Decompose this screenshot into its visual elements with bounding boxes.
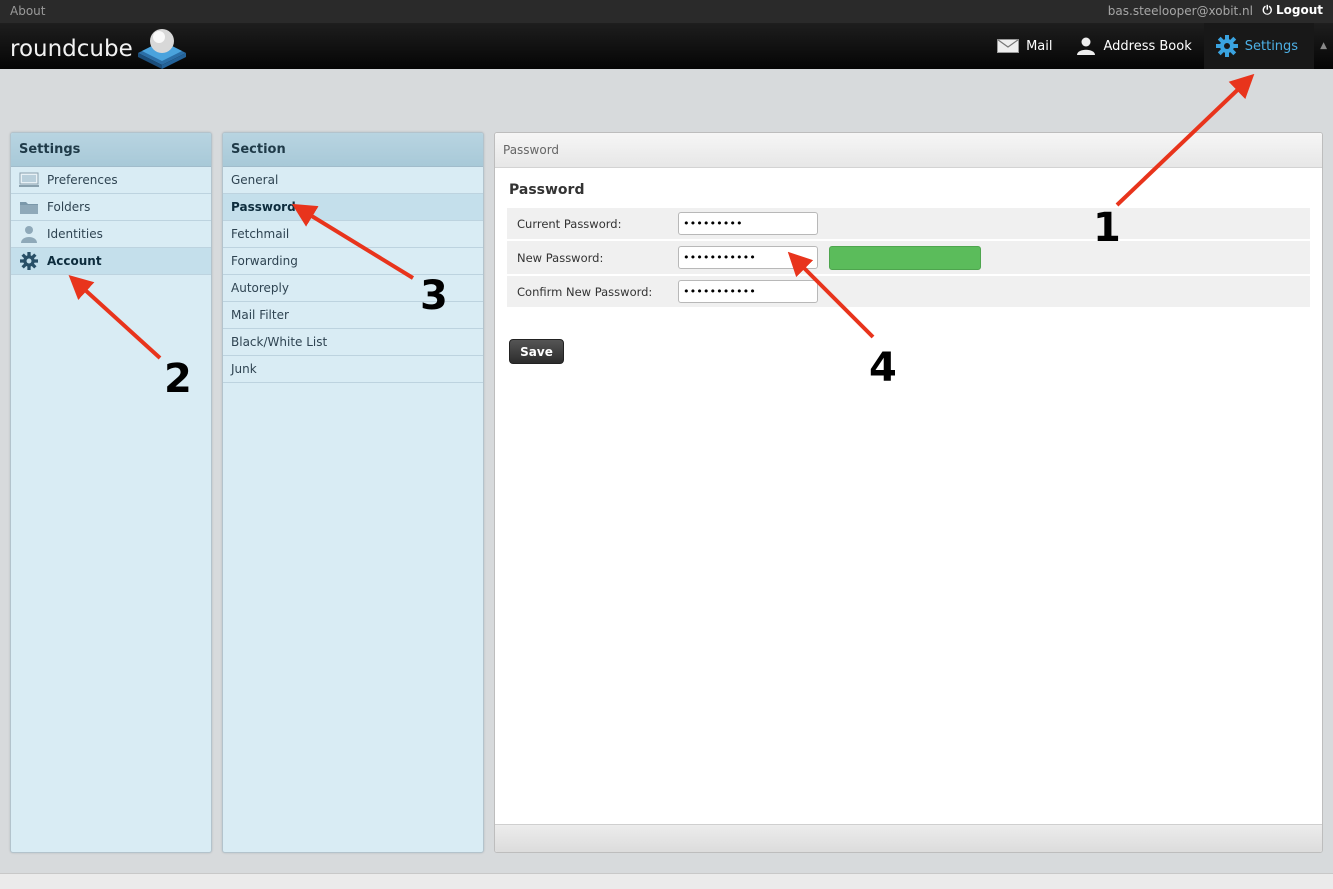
content-header: Password	[495, 133, 1322, 168]
logo-cube-icon	[138, 29, 186, 69]
settings-panel: Settings Preferences Folders Identities	[10, 132, 212, 853]
save-button[interactable]: Save	[509, 339, 564, 364]
mail-icon	[997, 39, 1020, 53]
settings-item-label: Identities	[47, 227, 103, 241]
section-item-fetchmail[interactable]: Fetchmail	[223, 221, 483, 248]
section-item-general[interactable]: General	[223, 167, 483, 194]
header: roundcube Mail Address Book Settings ▲	[0, 23, 1333, 69]
annotation-label-2: 2	[164, 356, 192, 402]
nav-settings[interactable]: Settings	[1203, 23, 1315, 69]
section-panel: Section General Password Fetchmail Forwa…	[222, 132, 484, 853]
logout-label: Logout	[1275, 3, 1323, 17]
section-item-forwarding[interactable]: Forwarding	[223, 248, 483, 275]
settings-item-label: Folders	[47, 200, 91, 214]
content-footer	[495, 824, 1322, 852]
section-item-password[interactable]: Password	[223, 194, 483, 221]
settings-item-label: Account	[47, 254, 102, 268]
power-icon: ⏻	[1262, 3, 1272, 17]
gear-icon	[19, 252, 39, 270]
form-title: Password	[509, 182, 585, 198]
nav-mail[interactable]: Mail	[985, 23, 1064, 69]
logo-text: roundcube	[10, 36, 133, 62]
content-panel: Password Password Current Password: ••••…	[494, 132, 1323, 853]
confirm-password-label: Confirm New Password:	[517, 285, 653, 299]
settings-item-identities[interactable]: Identities	[11, 221, 211, 248]
nav-address-book-label: Address Book	[1103, 38, 1192, 54]
new-password-label: New Password:	[517, 251, 604, 265]
bottom-bar	[0, 873, 1333, 889]
person-icon	[19, 225, 39, 243]
confirm-password-row: Confirm New Password: •••••••••••	[507, 276, 1310, 307]
settings-item-preferences[interactable]: Preferences	[11, 167, 211, 194]
current-password-field[interactable]: •••••••••	[678, 212, 818, 235]
section-item-black-white-list[interactable]: Black/White List	[223, 329, 483, 356]
settings-item-label: Preferences	[47, 173, 118, 187]
settings-panel-title: Settings	[11, 133, 211, 167]
new-password-field[interactable]: •••••••••••	[678, 246, 818, 269]
current-password-row: Current Password: •••••••••	[507, 208, 1310, 239]
settings-item-folders[interactable]: Folders	[11, 194, 211, 221]
nav-settings-label: Settings	[1244, 38, 1299, 54]
caret-up-icon: ▲	[1320, 41, 1327, 51]
confirm-password-field[interactable]: •••••••••••	[678, 280, 818, 303]
top-bar: About bas.steelooper@xobit.nl ⏻ Logout	[0, 0, 1333, 23]
annotation-label-1: 1	[1093, 205, 1121, 251]
current-password-label: Current Password:	[517, 217, 622, 231]
about-link[interactable]: About	[10, 4, 45, 18]
nav-mail-label: Mail	[1026, 38, 1053, 54]
contact-icon	[1076, 37, 1096, 55]
logout-button[interactable]: ⏻ Logout	[1262, 3, 1323, 18]
annotation-label-4: 4	[869, 345, 897, 391]
password-strength-bar	[829, 246, 981, 270]
gear-icon	[1215, 35, 1238, 57]
folder-icon	[19, 198, 39, 216]
section-item-junk[interactable]: Junk	[223, 356, 483, 383]
nav-dropdown-toggle[interactable]: ▲	[1314, 23, 1333, 69]
settings-item-account[interactable]: Account	[11, 248, 211, 275]
user-email: bas.steelooper@xobit.nl	[1107, 4, 1253, 18]
computer-icon	[19, 171, 39, 189]
annotation-label-3: 3	[420, 273, 448, 319]
nav-address-book[interactable]: Address Book	[1064, 23, 1203, 69]
section-panel-title: Section	[223, 133, 483, 167]
new-password-row: New Password: •••••••••••	[507, 241, 1310, 274]
main-nav: Mail Address Book Settings ▲	[985, 23, 1333, 69]
